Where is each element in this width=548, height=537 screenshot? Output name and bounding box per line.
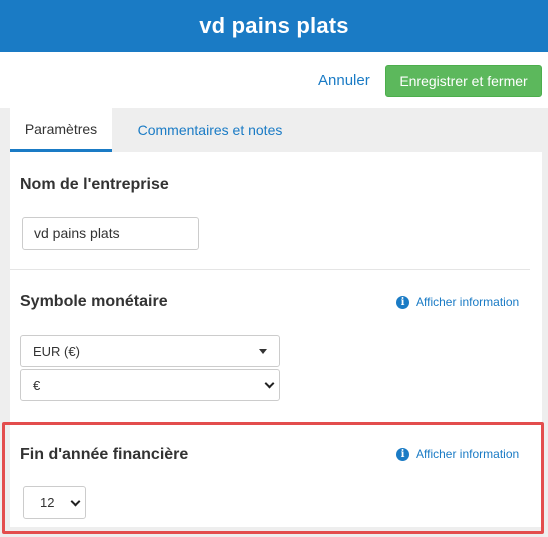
tab-label: Commentaires et notes — [137, 122, 283, 138]
currency-selected-value: EUR (€) — [33, 343, 80, 359]
page-title: vd pains plats — [199, 13, 349, 38]
symbol-selected-value: € — [33, 377, 41, 393]
currency-dropdown[interactable]: EUR (€) — [20, 335, 280, 367]
tab-parametres[interactable]: Paramètres — [10, 108, 112, 152]
currency-symbol-heading: Symbole monétaire — [20, 293, 168, 310]
highlight-box — [2, 422, 544, 534]
tab-bar: Paramètres Commentaires et notes — [10, 108, 544, 152]
currency-symbol-select[interactable]: € — [20, 369, 280, 401]
section-divider — [10, 269, 530, 270]
cancel-link[interactable]: Annuler — [318, 72, 370, 89]
tab-label: Paramètres — [24, 120, 98, 137]
save-and-close-button[interactable]: Enregistrer et fermer — [385, 65, 542, 97]
caret-down-icon — [259, 349, 267, 354]
chevron-down-icon — [264, 378, 275, 389]
info-link-label: Afficher information — [416, 295, 520, 309]
company-name-input[interactable]: vd pains plats — [22, 217, 199, 250]
page-header: vd pains plats — [0, 0, 548, 52]
company-name-heading: Nom de l'entreprise — [20, 176, 169, 193]
action-bar: Annuler Enregistrer et fermer — [0, 52, 548, 108]
info-circle-icon: i — [396, 295, 409, 309]
currency-info-link[interactable]: i Afficher information — [396, 295, 519, 309]
tab-commentaires[interactable]: Commentaires et notes — [120, 108, 300, 152]
